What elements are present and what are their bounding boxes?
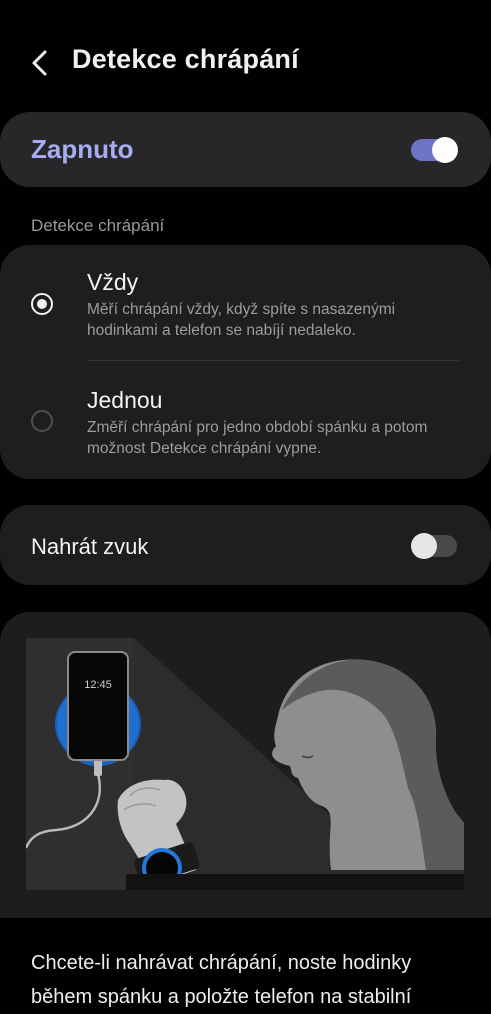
back-arrow-icon[interactable]	[28, 46, 52, 80]
record-sound-label: Nahrát zvuk	[31, 534, 149, 559]
master-toggle[interactable]	[411, 137, 458, 163]
record-sound-toggle[interactable]	[411, 533, 457, 559]
option-always-description: Měří chrápání vždy, když spíte s nasazen…	[87, 301, 396, 339]
option-once-title: Jednou	[87, 387, 163, 413]
instruction-text: Chcete-li nahrávat chrápání, noste hodin…	[31, 952, 412, 1008]
section-label: Detekce chrápání	[31, 216, 165, 235]
sleep-illustration: 12:45	[26, 638, 464, 890]
detection-mode-options: Vždy Měří chrápání vždy, když spíte s na…	[0, 245, 491, 479]
page-title: Detekce chrápání	[72, 44, 299, 74]
record-sound-row[interactable]: Nahrát zvuk	[0, 505, 491, 585]
phone-time: 12:45	[84, 679, 112, 691]
illustration-card: 12:45	[0, 612, 491, 918]
radio-once[interactable]	[31, 410, 53, 432]
radio-always[interactable]	[31, 293, 53, 315]
master-switch-row[interactable]: Zapnuto	[0, 112, 491, 187]
divider	[87, 360, 459, 361]
option-always-title: Vždy	[87, 269, 139, 295]
toggle-knob	[411, 533, 437, 559]
master-switch-label: Zapnuto	[31, 134, 134, 164]
toggle-knob	[432, 137, 458, 163]
option-once-description: Změří chrápání pro jedno období spánku a…	[87, 419, 428, 457]
app-header: Detekce chrápání	[0, 30, 491, 94]
